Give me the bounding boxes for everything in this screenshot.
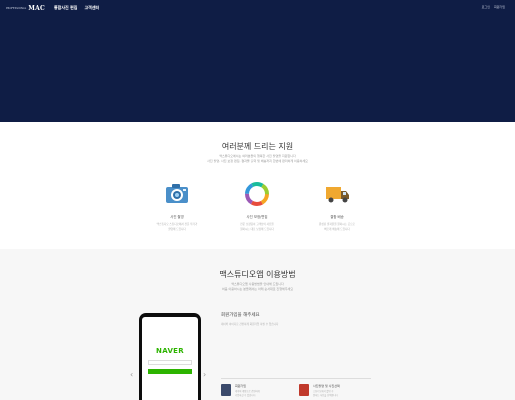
feature-title: 사진 보정/편집 <box>246 215 268 219</box>
divider <box>221 378 371 379</box>
feature-desc-line2: 촬영해 드립니다 <box>168 227 186 231</box>
mini-step-title: 사진촬영 및 사진선택 <box>313 384 340 388</box>
mini-step-select[interactable]: 사진촬영 및 사진선택 스튜디오에서 촬영 후 원하는 사진을 선택합니다 <box>299 384 340 397</box>
app-guide-subtitle-line2: 처음 이용하시는 분들께서는 아래 순서대로 진행해주세요 <box>221 287 293 291</box>
login-link[interactable]: 로그인 <box>482 5 490 9</box>
logo-main-text: MAC <box>28 5 45 12</box>
mini-step-desc-line2: 원하는 사진을 선택합니다 <box>313 393 338 397</box>
mini-step-signup[interactable]: 회원가입 네이버 계정으로 간편하게 가입하실 수 있습니다 <box>221 384 260 397</box>
mini-step-title: 회원가입 <box>235 384 247 388</box>
logo[interactable]: PROFESSIONAL MAC <box>6 5 45 12</box>
naver-logo: NAVER <box>156 347 184 355</box>
feature-desc: 완성된 결과물을 원하시는 곳으로 빠르게 배송해 드립니다 <box>297 223 377 232</box>
support-section: 여러분께 드리는 지원 맥스튜디오에서는 여러분들의 행복한 사진 촬영을 지원… <box>0 122 515 249</box>
feature-desc: 전문 보정팀이 고객님의 사진을 원하시는 대로 보정해 드립니다 <box>217 223 297 232</box>
feature-photo-edit: 사진 보정/편집 전문 보정팀이 고객님의 사진을 원하시는 대로 보정해 드립… <box>217 182 297 232</box>
phone-screen: NAVER <box>142 317 198 400</box>
signup-link[interactable]: 회원가입 <box>494 5 505 9</box>
step-title: 회원가입을 해주세요 <box>221 313 260 318</box>
naver-login-button <box>148 369 192 374</box>
support-subtitle-line2: 사진 촬영, 사진 보정 편집, 결과물 출력 및 배송까지 한번에 편리하게 … <box>207 159 308 163</box>
logo-small-text: PROFESSIONAL <box>6 7 27 10</box>
mini-step-text: 회원가입 네이버 계정으로 간편하게 가입하실 수 있습니다 <box>235 384 260 397</box>
feature-desc: 맥스튜디오 스튜디오에서 전문 작가가 촬영해 드립니다 <box>137 223 217 232</box>
feature-delivery: 결합 배송 완성된 결과물을 원하시는 곳으로 빠르게 배송해 드립니다 <box>297 182 377 232</box>
account-links: 로그인 회원가입 <box>482 5 505 9</box>
mini-step-text: 사진촬영 및 사진선택 스튜디오에서 촬영 후 원하는 사진을 선택합니다 <box>313 384 340 397</box>
mini-step-desc: 네이버 계정으로 간편하게 가입하실 수 있습니다 <box>235 390 260 397</box>
hero-banner: PROFESSIONAL MAC 통합사진 편집 고객센터 로그인 회원가입 <box>0 0 515 122</box>
carousel-next-icon[interactable]: › <box>203 370 206 379</box>
feature-desc-line2: 원하시는 대로 보정해 드립니다 <box>240 227 274 231</box>
feature-photo-shoot: 사진 촬영 맥스튜디오 스튜디오에서 전문 작가가 촬영해 드립니다 <box>137 182 217 232</box>
app-guide-title: 맥스튜디오앱 이용방법 <box>219 270 296 279</box>
feature-title: 사진 촬영 <box>170 215 184 219</box>
person-icon <box>221 384 231 396</box>
camera-icon <box>166 184 188 203</box>
step-desc: 네이버 아이디로 간편하게 회원가입 하실 수 있습니다 <box>221 323 279 326</box>
app-guide-subtitle: 맥스튜디오앱 사용방법을 안내해 드립니다 처음 이용하시는 분들께서는 아래 … <box>0 282 515 292</box>
mini-step-desc: 스튜디오에서 촬영 후 원하는 사진을 선택합니다 <box>313 390 340 397</box>
color-wheel-icon <box>245 182 269 206</box>
support-title: 여러분께 드리는 지원 <box>221 142 294 151</box>
support-subtitle: 맥스튜디오에서는 여러분들의 행복한 사진 촬영을 지원합니다 사진 촬영, 사… <box>0 154 515 164</box>
nav-item-photo-edit[interactable]: 통합사진 편집 <box>54 5 77 11</box>
phone-mockup: NAVER <box>139 313 201 400</box>
photo-icon <box>299 384 309 396</box>
truck-icon <box>326 187 349 203</box>
mini-step-desc-line2: 가입하실 수 있습니다 <box>235 393 256 397</box>
carousel-prev-icon[interactable]: ‹ <box>130 370 133 379</box>
main-nav: 통합사진 편집 고객센터 <box>54 5 99 11</box>
feature-title: 결합 배송 <box>330 215 344 219</box>
naver-id-field <box>148 360 192 365</box>
mini-step-desc-line1: 네이버 계정으로 간편하게 <box>235 390 260 393</box>
nav-item-support[interactable]: 고객센터 <box>84 5 99 11</box>
feature-desc-line2: 빠르게 배송해 드립니다 <box>324 227 350 231</box>
